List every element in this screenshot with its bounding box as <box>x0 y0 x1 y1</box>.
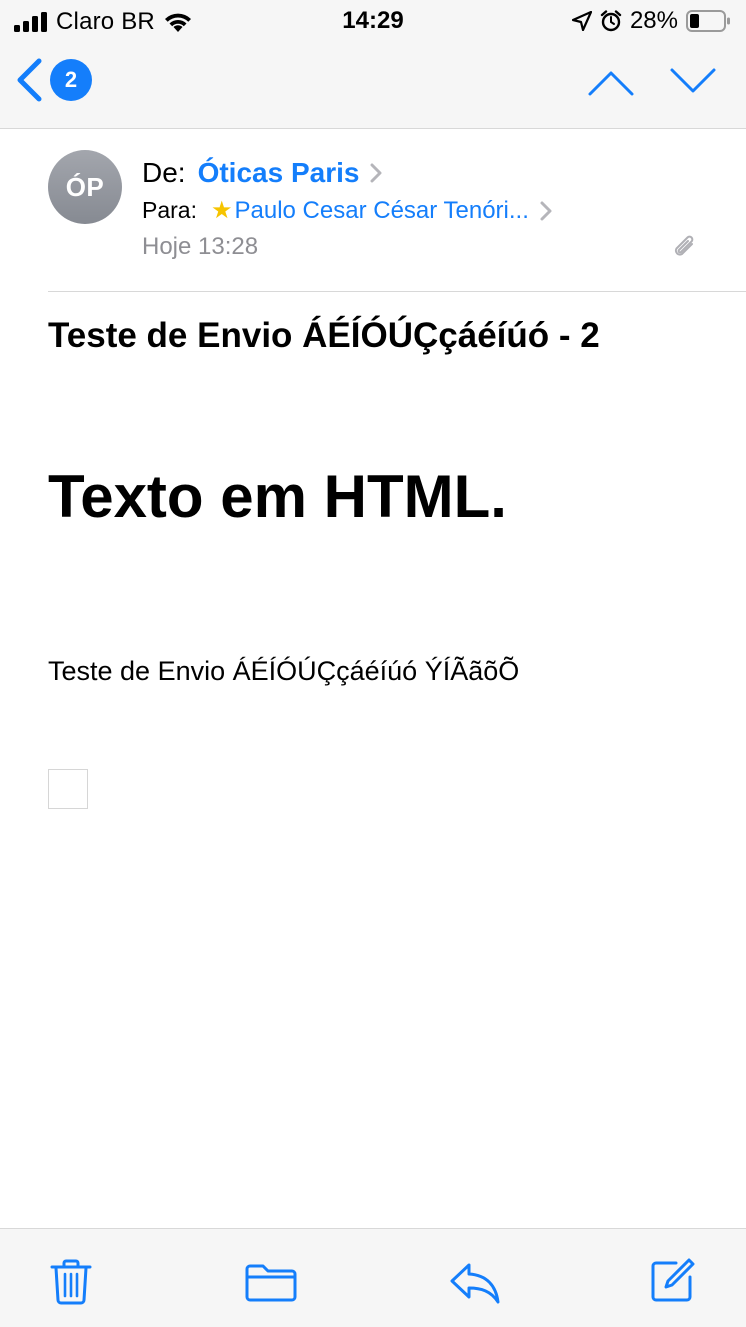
move-to-folder-button[interactable] <box>245 1263 297 1308</box>
chevron-right-icon <box>370 163 382 183</box>
chevron-down-icon <box>670 68 716 93</box>
reply-icon <box>450 1263 500 1304</box>
trash-icon <box>50 1259 92 1305</box>
message-subject: Teste de Envio ÁÉÍÓÚÇçáéíúó - 2 <box>48 316 600 355</box>
from-row: De: Óticas Paris <box>142 157 383 189</box>
compose-button[interactable] <box>650 1257 696 1308</box>
sender-name[interactable]: Óticas Paris <box>198 157 360 189</box>
chevron-right-icon <box>540 201 552 220</box>
bottom-toolbar <box>0 1228 746 1327</box>
compose-icon <box>651 1258 695 1302</box>
to-row: Para: ★ Paulo Cesar César Tenóri... <box>142 196 553 225</box>
next-message-button[interactable] <box>668 66 718 103</box>
folder-icon <box>245 1264 297 1302</box>
message-date: Hoje 13:28 <box>142 233 259 260</box>
from-label: De: <box>142 157 186 188</box>
chevron-left-icon <box>17 58 42 102</box>
star-icon: ★ <box>210 197 233 224</box>
body-heading: Texto em HTML. <box>48 463 507 530</box>
alarm-icon <box>600 10 622 32</box>
unread-count-badge: 2 <box>50 59 92 101</box>
navigation-bar: 2 <box>0 44 746 129</box>
status-bar: Claro BR 14:29 28% <box>0 0 746 44</box>
trash-button[interactable] <box>50 1259 92 1310</box>
status-right: 28% <box>571 7 732 35</box>
battery-percent: 28% <box>629 7 678 34</box>
recipient-name[interactable]: Paulo Cesar César Tenóri... <box>235 197 529 225</box>
previous-message-button[interactable] <box>586 66 636 103</box>
battery-icon <box>686 10 730 32</box>
back-button[interactable]: 2 <box>14 58 92 102</box>
location-arrow-icon <box>571 11 592 31</box>
reply-button[interactable] <box>449 1261 501 1310</box>
broken-image-placeholder <box>48 769 88 809</box>
body-text: Teste de Envio ÁÉÍÓÚÇçáéíúó ÝÍÃãõÕ <box>48 656 520 686</box>
to-label: Para: <box>142 197 197 223</box>
header-divider <box>48 291 746 292</box>
paperclip-icon <box>674 235 694 256</box>
sender-avatar: ÓP <box>48 150 122 224</box>
chevron-up-icon <box>588 71 634 96</box>
